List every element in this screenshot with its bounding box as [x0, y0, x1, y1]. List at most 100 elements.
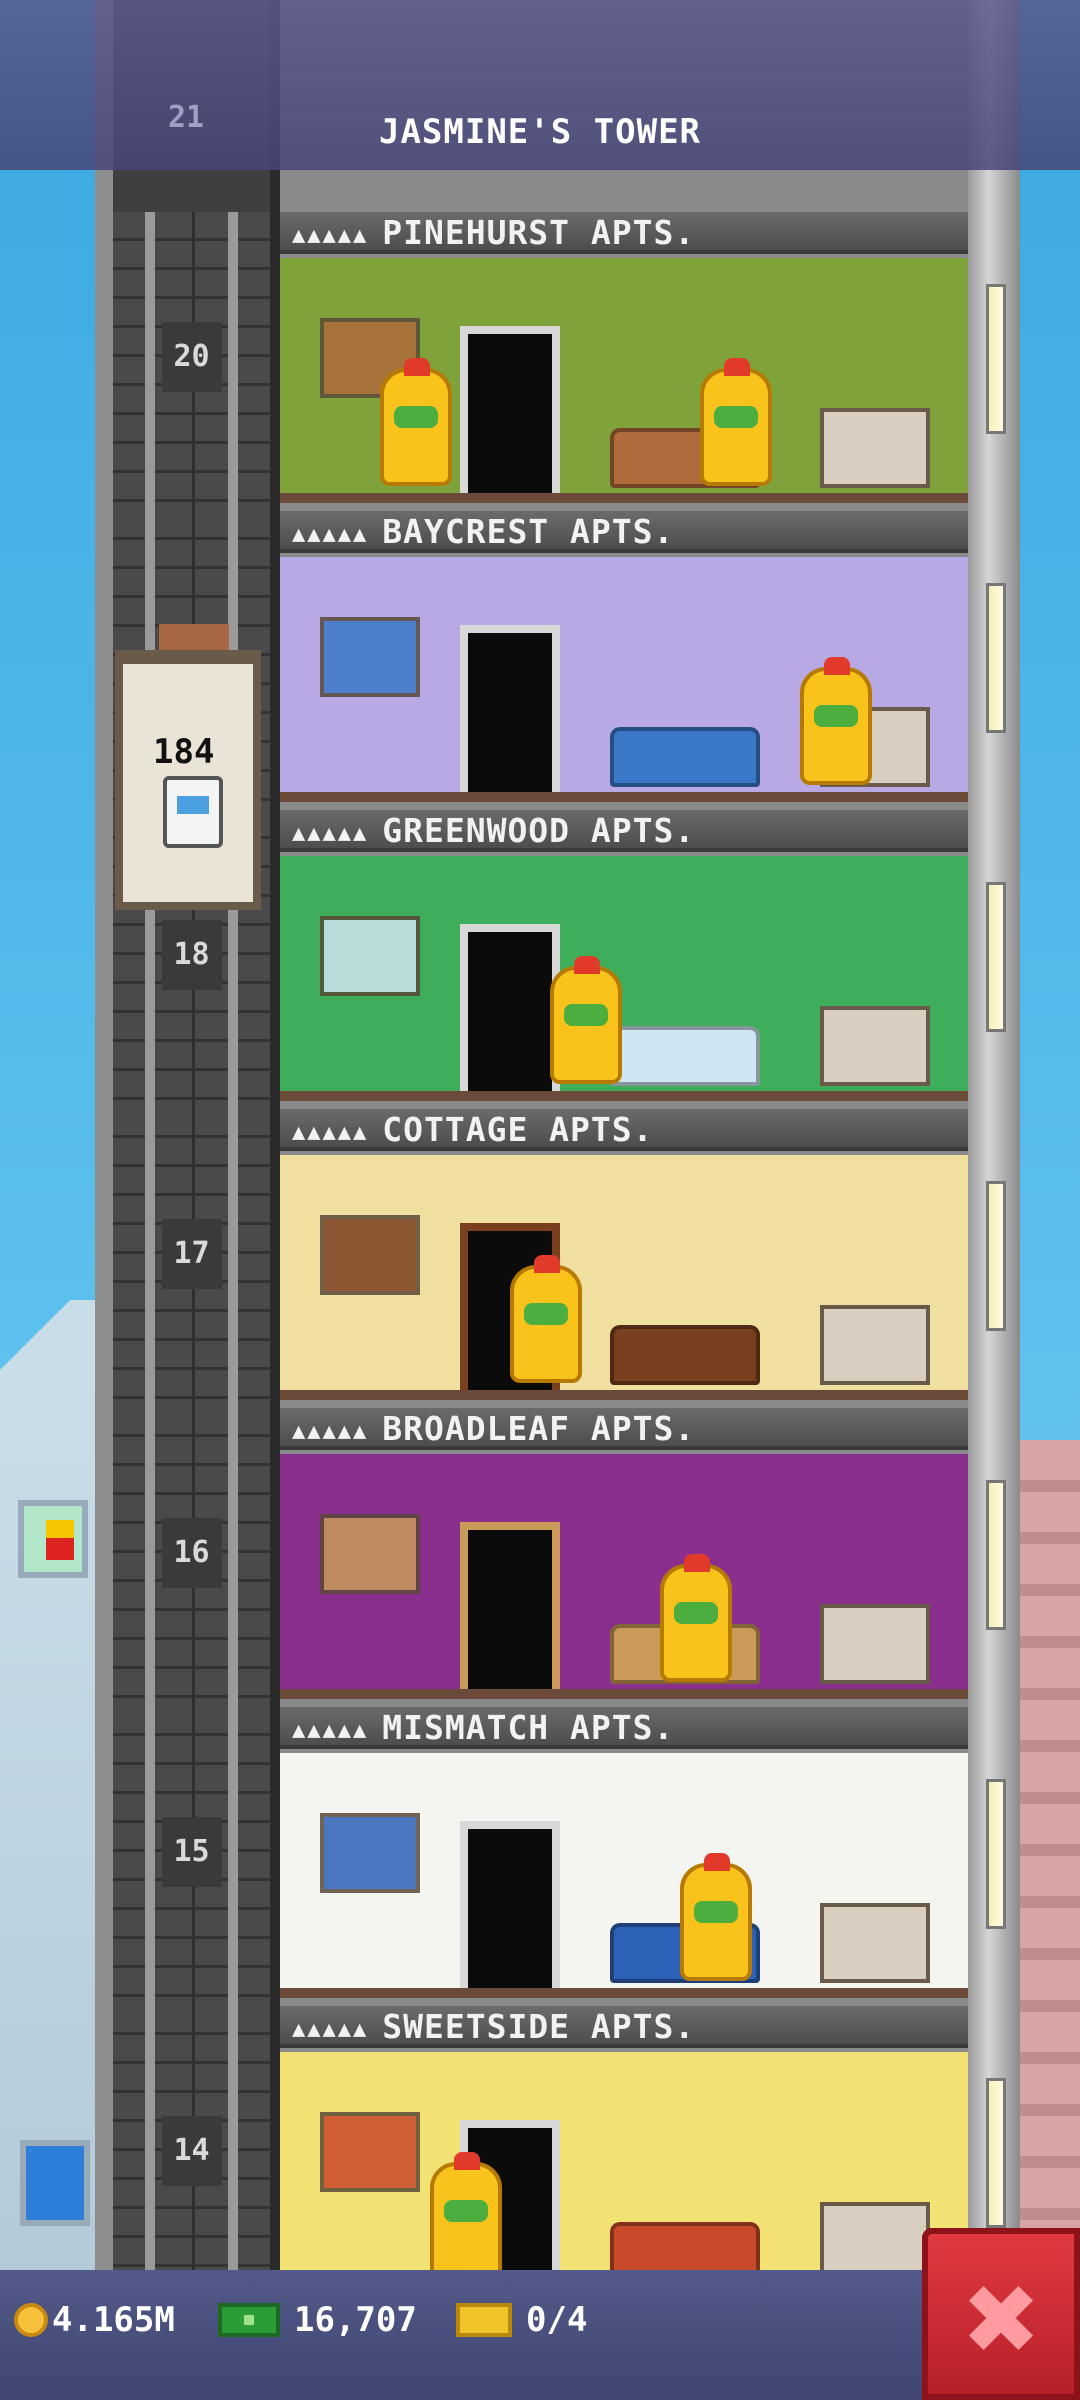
shaft-floor-number: 15 [161, 1817, 222, 1887]
window-light [986, 2078, 1006, 2228]
floor-sign: ▲▲▲▲▲ SWEETSIDE APTS. [280, 2006, 968, 2048]
floor-14[interactable]: ▲▲▲▲▲ SWEETSIDE APTS. [280, 2006, 968, 2305]
apartment-room[interactable] [280, 557, 968, 802]
window-light [986, 882, 1006, 1032]
shaft-rail [145, 1408, 155, 1707]
close-button[interactable]: ✖ [922, 2228, 1080, 2400]
shaft-rail [228, 2006, 238, 2305]
furniture [610, 1026, 760, 1086]
floor-15[interactable]: ▲▲▲▲▲ MISMATCH APTS. [280, 1707, 968, 2006]
floor-19[interactable]: ▲▲▲▲▲ BAYCREST APTS. [280, 511, 968, 810]
apartment-room[interactable] [280, 258, 968, 503]
window-light [986, 1480, 1006, 1630]
elevator-car[interactable]: 184 [115, 624, 261, 910]
elevator-top [159, 624, 229, 650]
coins-value: 4.165M [52, 2300, 175, 2340]
floor-name: BAYCREST APTS. [382, 512, 675, 551]
shaft-rail [145, 1109, 155, 1408]
floor-sign: ▲▲▲▲▲ BAYCREST APTS. [280, 511, 968, 553]
billboard-blue [20, 2140, 90, 2226]
bitizen-chicken-costume[interactable] [430, 2152, 502, 2280]
bitizen-chicken-costume[interactable] [800, 657, 872, 785]
furniture [820, 1903, 930, 1983]
floor-name: GREENWOOD APTS. [382, 811, 696, 850]
shaft-floor-number: 16 [161, 1518, 222, 1588]
apartment-door [460, 1821, 560, 1993]
wall-decor [320, 1813, 420, 1893]
shaft-floor-number: 18 [161, 920, 222, 990]
floor-rating-stars: ▲▲▲▲▲ [292, 821, 369, 846]
shaft-segment: 14 [113, 2006, 270, 2305]
tickets-stat[interactable]: 0/4 [456, 2295, 587, 2345]
floor-sign: ▲▲▲▲▲ BROADLEAF APTS. [280, 1408, 968, 1450]
shaft-floor-number: 20 [161, 322, 222, 392]
floor-rating-stars: ▲▲▲▲▲ [292, 1120, 369, 1145]
bitizen-chicken-costume[interactable] [660, 1554, 732, 1682]
floor-17[interactable]: ▲▲▲▲▲ COTTAGE APTS. [280, 1109, 968, 1408]
floor-name: PINEHURST APTS. [382, 213, 696, 252]
bitizen-chicken-costume[interactable] [680, 1853, 752, 1981]
shaft-segment: 16 [113, 1408, 270, 1707]
bitizen-chicken-costume[interactable] [700, 358, 772, 486]
bux-icon [218, 2303, 280, 2337]
floor-base [280, 792, 968, 802]
shaft-segment: 17 [113, 1109, 270, 1408]
shaft-rail [145, 212, 155, 511]
coins-stat[interactable]: 4.165M [14, 2295, 175, 2345]
floor-base [280, 1988, 968, 1998]
window-light [986, 1779, 1006, 1929]
floor-base [280, 1091, 968, 1101]
wall-decor [320, 2112, 420, 2192]
floor-16[interactable]: ▲▲▲▲▲ BROADLEAF APTS. [280, 1408, 968, 1707]
bitizen-chicken-costume[interactable] [550, 956, 622, 1084]
apartment-room[interactable] [280, 856, 968, 1101]
floor-rating-stars: ▲▲▲▲▲ [292, 1718, 369, 1743]
floor-18[interactable]: ▲▲▲▲▲ GREENWOOD APTS. [280, 810, 968, 1109]
wall-decor [320, 1514, 420, 1594]
window-light [986, 1181, 1006, 1331]
furniture [610, 727, 760, 787]
apartment-door [460, 326, 560, 498]
bux-value: 16,707 [294, 2300, 417, 2340]
floor-rating-stars: ▲▲▲▲▲ [292, 2017, 369, 2042]
city-background-right [1020, 1440, 1080, 2240]
furniture [610, 1325, 760, 1385]
floor-20[interactable]: ▲▲▲▲▲ PINEHURST APTS. [280, 212, 968, 511]
window-light [986, 284, 1006, 434]
floor-base [280, 1390, 968, 1400]
tower-header: 21 JASMINE'S TOWER [0, 0, 1080, 170]
wall-decor [320, 617, 420, 697]
apartment-room[interactable] [280, 1454, 968, 1699]
window-light [986, 583, 1006, 733]
floor-name: BROADLEAF APTS. [382, 1409, 696, 1448]
floor-name: MISMATCH APTS. [382, 1708, 675, 1747]
furniture [820, 1604, 930, 1684]
apartment-room[interactable] [280, 1753, 968, 1998]
floor-sign: ▲▲▲▲▲ COTTAGE APTS. [280, 1109, 968, 1151]
tower-title[interactable]: JASMINE'S TOWER [0, 112, 1080, 152]
ticket-icon [456, 2303, 512, 2337]
floor-sign: ▲▲▲▲▲ MISMATCH APTS. [280, 1707, 968, 1749]
floor-name: SWEETSIDE APTS. [382, 2007, 696, 2046]
apartment-door [460, 924, 560, 1096]
bitizen-chicken-costume[interactable] [510, 1255, 582, 1383]
floor-base [280, 493, 968, 503]
wall-decor [320, 916, 420, 996]
fries-icon [46, 1520, 74, 1560]
furniture [820, 1006, 930, 1086]
bitizen-chicken-costume[interactable] [380, 358, 452, 486]
bux-stat[interactable]: 16,707 [218, 2295, 417, 2345]
building-right-column [968, 0, 1020, 2270]
apartment-room[interactable] [280, 2052, 968, 2297]
elevator-shaft[interactable]: 20 18 17 16 15 14 [95, 0, 280, 2305]
apartment-room[interactable] [280, 1155, 968, 1400]
furniture [820, 1305, 930, 1385]
floor-sign: ▲▲▲▲▲ PINEHURST APTS. [280, 212, 968, 254]
shaft-rail [228, 1109, 238, 1408]
fries-billboard [18, 1500, 88, 1578]
floor-rating-stars: ▲▲▲▲▲ [292, 522, 369, 547]
floor-rating-stars: ▲▲▲▲▲ [292, 1419, 369, 1444]
apartment-door [460, 1522, 560, 1694]
shaft-rail [228, 1408, 238, 1707]
elevator-floor-display: 184 [153, 732, 215, 772]
